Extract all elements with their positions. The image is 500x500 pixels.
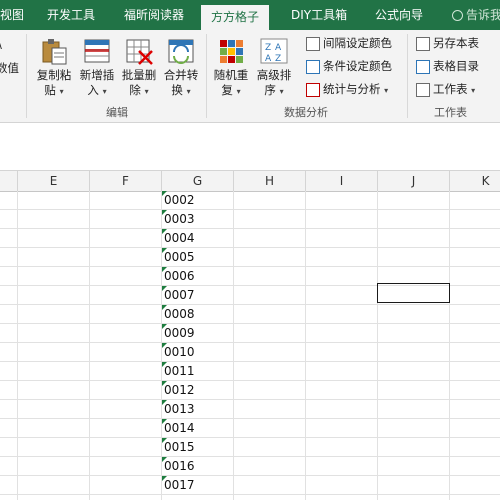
table-directory-button[interactable]: 表格目录 [416,56,479,76]
cell-g[interactable]: 0002 [162,191,195,210]
insert-icon [82,36,112,66]
merge-convert-button[interactable]: 合并转 换 ▾ [160,36,202,99]
partial-left-top[interactable]: \ [0,34,2,54]
cell-g[interactable]: 0016 [162,457,195,476]
batch-delete-icon [124,36,154,66]
cell-g[interactable]: 0015 [162,438,195,457]
interval-color-button[interactable]: 间隔设定颜色 [306,33,392,53]
merge-convert-label-1: 合并转 [163,68,199,82]
partial-left-value-button[interactable]: 数值 [0,58,19,78]
batch-delete-button[interactable]: 批量删 除 ▾ [118,36,160,99]
cell-g[interactable]: 0009 [162,324,195,343]
interval-color-icon [306,36,320,51]
tell-me-search[interactable]: 告诉我 [452,0,500,30]
worksheet-label: 工作表 [433,82,468,96]
table-directory-label: 表格目录 [433,59,479,73]
tab-view[interactable]: 视图 [0,0,24,30]
cell-g[interactable]: 0011 [162,362,195,381]
worksheet-icon [416,82,430,97]
batch-delete-label-1: 批量删 [121,68,157,82]
edit-group-label: 编辑 [106,106,128,119]
cell-g[interactable]: 0006 [162,267,195,286]
table-directory-icon [416,59,430,74]
save-sheet-button[interactable]: 另存本表 [416,33,479,53]
copy-paste-button[interactable]: 复制粘 贴 ▾ [33,36,75,99]
save-sheet-icon [416,36,430,51]
condition-color-button[interactable]: 条件设定颜色 [306,56,392,76]
tab-foxit-reader[interactable]: 福昕阅读器 [124,0,184,30]
tab-developer[interactable]: 开发工具 [47,0,95,30]
cell-g[interactable]: 0010 [162,343,195,362]
column-header-i[interactable]: I [306,171,378,191]
selected-cell-j[interactable] [377,283,450,303]
column-header-e[interactable]: E [18,171,90,191]
cell-g[interactable]: 0017 [162,476,195,495]
cell-g[interactable]: 0013 [162,400,195,419]
advanced-sort-label-2: 序 [264,83,276,97]
save-sheet-label: 另存本表 [433,36,479,50]
worksheet-grid[interactable]: 0002 0003 0004 0005 0006 0007 0008 0009 … [0,191,500,500]
ribbon-panel: \ 数值 复制粘 贴 ▾ 新增插 入 ▾ 批量删 除 ▾ 合并转 换 ▾ 编辑 [0,30,500,123]
random-repeat-label-1: 随机重 [213,68,249,82]
analysis-group-label: 数据分析 [284,106,328,119]
cell-g[interactable]: 0012 [162,381,195,400]
svg-text:A: A [275,43,282,53]
column-header-j[interactable]: J [378,171,450,191]
column-header-f[interactable]: F [90,171,162,191]
copy-paste-icon [39,36,69,66]
stats-analysis-button[interactable]: 统计与分析 ▾ [306,79,388,99]
batch-delete-label-2: 除 [129,83,141,97]
svg-text:Z: Z [275,54,281,64]
formula-bar-area [0,123,500,171]
cell-g[interactable]: 0008 [162,305,195,324]
column-header-row: E F G H I J K [0,171,500,192]
advanced-sort-button[interactable]: ZAAZ 高级排 序 ▾ [253,36,295,99]
insert-button[interactable]: 新增插 入 ▾ [76,36,118,99]
random-repeat-button[interactable]: 随机重 复 ▾ [210,36,252,99]
column-header-partial[interactable] [0,171,18,191]
random-repeat-icon [216,36,246,66]
column-header-k[interactable]: K [450,171,500,191]
stats-analysis-icon [306,82,320,97]
tab-formula-wizard[interactable]: 公式向导 [375,0,423,30]
insert-label-1: 新增插 [79,68,115,82]
svg-text:A: A [265,54,272,64]
column-header-h[interactable]: H [234,171,306,191]
condition-color-label: 条件设定颜色 [323,59,392,73]
stats-analysis-label: 统计与分析 [323,82,381,96]
column-header-g[interactable]: G [162,171,234,191]
interval-color-label: 间隔设定颜色 [323,36,392,50]
copy-paste-label-1: 复制粘 [36,68,72,82]
cell-g[interactable]: 0005 [162,248,195,267]
insert-label-2: 入 [87,83,99,97]
copy-paste-label-2: 贴 [44,83,56,97]
cell-g[interactable]: 0007 [162,286,195,305]
advanced-sort-label-1: 高级排 [256,68,292,82]
random-repeat-label-2: 复 [221,83,233,97]
svg-text:Z: Z [265,43,271,53]
lightbulb-icon [452,10,463,21]
tell-me-label: 告诉我 [466,8,500,22]
tab-fangfang-gezi[interactable]: 方方格子 [201,5,270,30]
condition-color-icon [306,59,320,74]
merge-convert-label-2: 换 [171,83,183,97]
ribbon-tab-bar: 视图 开发工具 福昕阅读器 方方格子 DIY工具箱 公式向导 告诉我 [0,0,500,30]
tab-diy-toolbox[interactable]: DIY工具箱 [291,0,347,30]
cell-g[interactable]: 0003 [162,210,195,229]
worksheet-button[interactable]: 工作表 ▾ [416,79,475,99]
merge-convert-icon [166,36,196,66]
cell-g[interactable]: 0004 [162,229,195,248]
worksheet-group-label: 工作表 [434,106,467,119]
cell-g[interactable]: 0014 [162,419,195,438]
advanced-sort-icon: ZAAZ [259,36,289,66]
